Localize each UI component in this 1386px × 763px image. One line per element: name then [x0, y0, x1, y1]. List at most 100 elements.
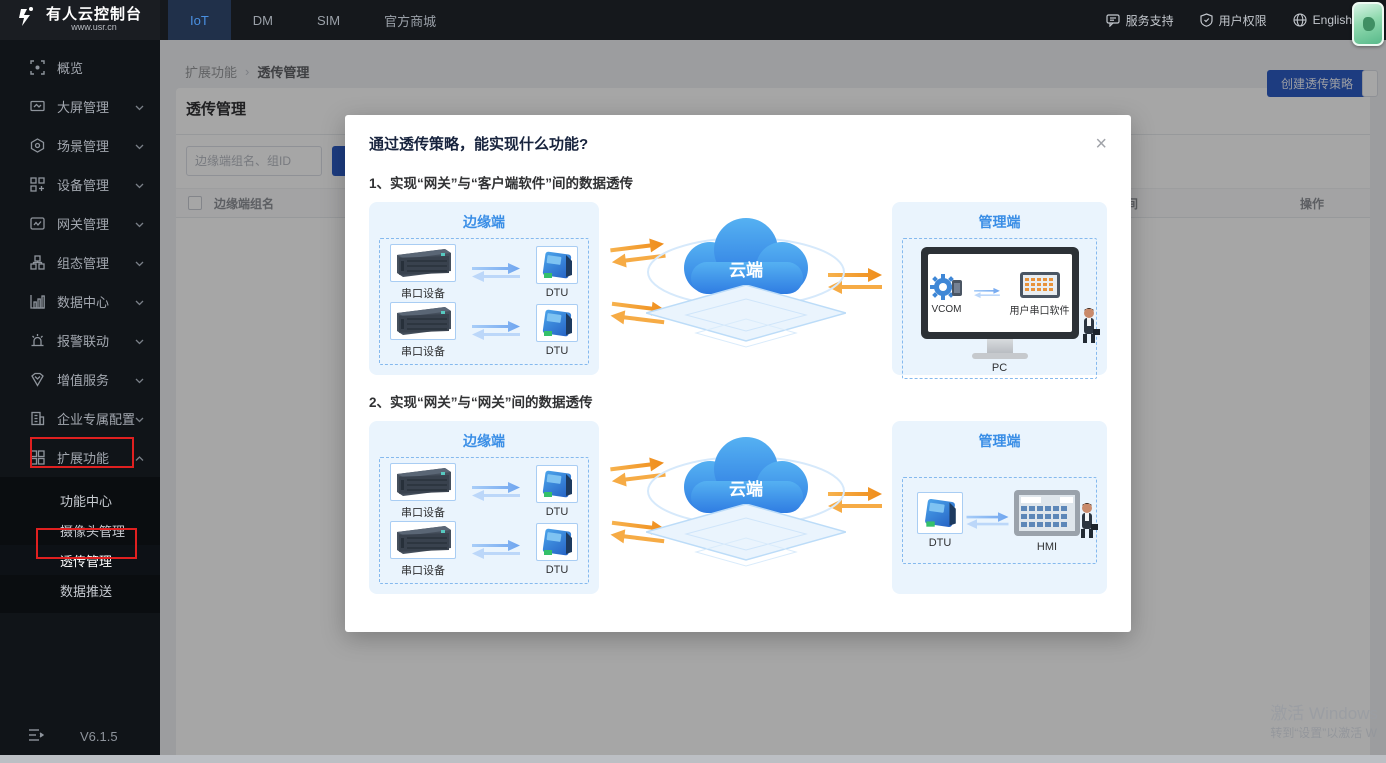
configuration-icon: [30, 255, 45, 270]
language-switch[interactable]: English: [1293, 13, 1352, 27]
sidebar-item-alarm-linkage[interactable]: 报警联动: [0, 321, 160, 360]
navbar-right: 服务支持 用户权限 English: [1106, 12, 1386, 29]
pc-label: PC: [913, 362, 1086, 374]
edge-panel-1: 边缘端 串口设备 DTU: [369, 202, 599, 375]
cloud-platform-illustration: [646, 285, 846, 349]
alarm-icon: [30, 333, 45, 348]
submenu-item-function-center[interactable]: 功能中心: [0, 485, 160, 515]
blue-double-arrow-icon: [963, 511, 1012, 530]
service-support-link[interactable]: 服务支持: [1106, 12, 1174, 29]
passthrough-help-modal: 通过透传策略，能实现什么功能? × 1、实现“网关”与“客户端软件”间的数据透传…: [345, 115, 1131, 632]
nav-tabs: IoT DM SIM 官方商城: [168, 0, 458, 40]
serial-device-illustration: [390, 521, 456, 559]
serial-device-label: 串口设备: [401, 504, 445, 520]
windows-activation-watermark: 激活 Windows 转到“设置”以激活 W: [1270, 699, 1378, 741]
dtu-label: DTU: [546, 506, 569, 518]
sidebar-item-gateway-mgmt[interactable]: 网关管理: [0, 204, 160, 243]
sidebar-item-overview[interactable]: 概览: [0, 48, 160, 87]
language-label: English: [1313, 13, 1352, 27]
section-1-heading: 1、实现“网关”与“客户端软件”间的数据透传: [345, 164, 1131, 202]
logo[interactable]: 有人云控制台 www.usr.cn: [0, 0, 160, 40]
manage-panel-1: 管理端 VCOM 用户串口软件: [892, 202, 1107, 375]
chevron-down-icon: [135, 333, 144, 348]
chevron-down-icon: [135, 411, 144, 426]
chevron-down-icon: [135, 138, 144, 153]
app-root: 有人云控制台 www.usr.cn IoT DM SIM 官方商城 服务支持 用…: [0, 0, 1386, 763]
vcom-label: VCOM: [932, 304, 962, 315]
user-permission-link[interactable]: 用户权限: [1200, 12, 1267, 29]
dtu-illustration: [536, 304, 578, 342]
serial-device-label: 串口设备: [401, 562, 445, 578]
big-screen-icon: [30, 99, 45, 114]
sidebar-item-label: 网关管理: [57, 214, 109, 233]
chevron-up-icon: [135, 450, 144, 465]
sidebar-item-config-mgmt[interactable]: 组态管理: [0, 243, 160, 282]
usr-logo-icon: [14, 5, 38, 35]
hmi-label: HMI: [1037, 541, 1057, 553]
sidebar-item-label: 数据中心: [57, 292, 109, 311]
vcom-icon: [930, 272, 964, 302]
dtu-illustration: [536, 246, 578, 284]
scene-icon: [30, 138, 45, 153]
pc-monitor-illustration: VCOM 用户串口软件: [921, 247, 1079, 339]
globe-icon: [1293, 13, 1307, 27]
chevron-down-icon: [135, 294, 144, 309]
chevron-down-icon: [135, 177, 144, 192]
sidebar-item-device-mgmt[interactable]: 设备管理: [0, 165, 160, 204]
data-center-icon: [30, 294, 45, 309]
manage-panel-2: 管理端 DTU HMI: [892, 421, 1107, 594]
sidebar-item-screen-mgmt[interactable]: 大屏管理: [0, 87, 160, 126]
sidebar-item-value-services[interactable]: 增值服务: [0, 360, 160, 399]
logo-title: 有人云控制台: [46, 7, 142, 23]
manage-panel-title: 管理端: [902, 212, 1097, 232]
sidebar-item-label: 设备管理: [57, 175, 109, 194]
logo-subtitle: www.usr.cn: [46, 23, 142, 32]
modal-title: 通过透传策略，能实现什么功能?: [369, 133, 588, 154]
section-2-heading: 2、实现“网关”与“网关”间的数据透传: [345, 375, 1131, 421]
manage-panel-title: 管理端: [902, 431, 1097, 451]
serial-device-illustration: [390, 463, 456, 501]
person-illustration: [1077, 502, 1098, 539]
dtu-label: DTU: [929, 537, 952, 549]
nav-tab-dm[interactable]: DM: [231, 0, 295, 40]
user-avatar[interactable]: [1352, 2, 1384, 46]
nav-tab-iot[interactable]: IoT: [168, 0, 231, 40]
chevron-down-icon: [135, 255, 144, 270]
submenu-item-passthrough-mgmt[interactable]: 透传管理: [0, 545, 160, 575]
serial-software-icon: [1018, 270, 1062, 300]
submenu-item-camera-mgmt[interactable]: 摄像头管理: [0, 515, 160, 545]
service-support-label: 服务支持: [1126, 12, 1174, 29]
submenu-item-data-push[interactable]: 数据推送: [0, 575, 160, 605]
chevron-down-icon: [135, 216, 144, 231]
close-icon[interactable]: ×: [1095, 134, 1107, 154]
value-service-icon: [30, 372, 45, 387]
blue-double-arrow-icon: [468, 539, 524, 560]
hmi-illustration: [1012, 488, 1082, 538]
sidebar-item-scene-mgmt[interactable]: 场景管理: [0, 126, 160, 165]
version-label: V6.1.5: [80, 729, 118, 744]
sidebar-item-data-center[interactable]: 数据中心: [0, 282, 160, 321]
edge-panel-2: 边缘端 串口设备 DTU: [369, 421, 599, 594]
serial-software-label: 用户串口软件: [1010, 302, 1070, 317]
sidebar-collapse-icon[interactable]: [28, 728, 44, 745]
blue-double-arrow-icon: [468, 320, 524, 341]
sidebar-item-enterprise-config[interactable]: 企业专属配置: [0, 399, 160, 438]
sidebar-item-extended-functions[interactable]: 扩展功能: [0, 438, 160, 477]
extended-functions-submenu: 功能中心 摄像头管理 透传管理 数据推送: [0, 477, 160, 613]
nav-tab-sim[interactable]: SIM: [295, 0, 362, 40]
diagram-2: 边缘端 串口设备 DTU: [345, 421, 1131, 594]
dtu-illustration: [536, 523, 578, 561]
cloud-label: 云端: [729, 260, 763, 280]
dtu-illustration: [917, 492, 963, 534]
user-permission-label: 用户权限: [1219, 12, 1267, 29]
cloud-zone-1: 云端: [599, 202, 892, 375]
overview-icon: [30, 60, 45, 75]
dtu-label: DTU: [546, 287, 569, 299]
sidebar-item-label: 大屏管理: [57, 97, 109, 116]
sidebar-item-label: 概览: [57, 58, 83, 77]
sidebar-item-label: 组态管理: [57, 253, 109, 272]
sidebar: 概览 大屏管理 场景管理 设备管理 网关管理 组态管理: [0, 40, 160, 755]
edge-panel-title: 边缘端: [379, 212, 589, 232]
chevron-down-icon: [135, 372, 144, 387]
nav-tab-shop[interactable]: 官方商城: [362, 0, 458, 40]
